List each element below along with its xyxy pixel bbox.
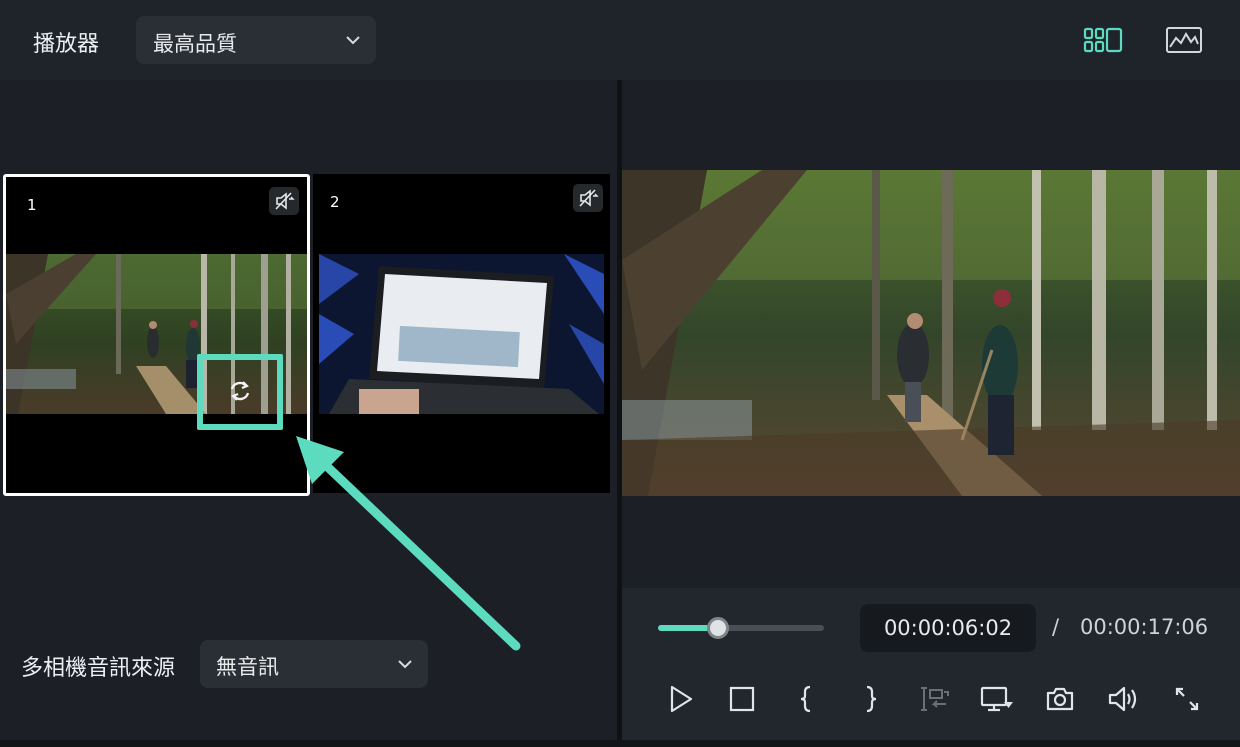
player-label: 播放器	[33, 32, 100, 57]
top-bar: 播放器 最高品質	[0, 0, 1240, 80]
insert-clip-icon	[921, 687, 949, 711]
swap-icon[interactable]	[227, 378, 253, 404]
stop-button[interactable]	[727, 684, 757, 714]
waveform-scope-icon[interactable]	[1164, 24, 1204, 56]
fullscreen-icon	[1175, 687, 1199, 711]
audio-source-value: 無音訊	[216, 655, 279, 679]
current-time[interactable]: 00:00:06:02	[860, 604, 1036, 652]
speaker-muted-icon[interactable]	[269, 187, 299, 215]
fullscreen-button[interactable]	[1172, 684, 1202, 714]
time-separator: /	[1052, 615, 1060, 639]
stop-icon	[729, 686, 755, 712]
play-button[interactable]	[665, 684, 695, 714]
volume-button[interactable]	[1107, 684, 1141, 714]
chevron-down-icon	[346, 36, 360, 45]
camera-2-frame	[319, 254, 604, 414]
display-settings-button[interactable]	[980, 684, 1014, 714]
audio-source-dropdown[interactable]: 無音訊	[200, 640, 428, 688]
total-time: 00:00:17:06	[1080, 615, 1209, 639]
camera-number: 2	[330, 193, 340, 211]
playback-controls: 00:00:06:02 / 00:00:17:06	[622, 588, 1240, 740]
quality-dropdown[interactable]: 最高品質	[136, 16, 376, 64]
camera-angle-1[interactable]: 1	[3, 174, 310, 496]
snapshot-button[interactable]	[1045, 684, 1075, 714]
audio-source-label: 多相機音訊來源	[21, 656, 176, 681]
annotation-arrow	[296, 436, 521, 651]
insert-clip-button[interactable]	[920, 684, 950, 714]
swap-highlight-box	[197, 354, 283, 430]
chevron-down-icon	[398, 660, 412, 669]
camera-number: 1	[27, 196, 37, 214]
multicam-editor: 播放器 最高品質 1 2 多相機音訊來源 無音訊 00:00:06:02 / 0…	[0, 0, 1240, 747]
camera-snapshot-icon	[1046, 687, 1074, 711]
display-settings-icon	[980, 686, 1013, 712]
bottom-edge	[0, 740, 1240, 747]
quality-value: 最高品質	[153, 32, 237, 56]
seek-bar[interactable]	[658, 617, 824, 639]
mark-out-icon	[866, 685, 877, 713]
mark-in-button[interactable]	[791, 684, 821, 714]
preview-video[interactable]	[622, 170, 1240, 496]
speaker-muted-icon[interactable]	[573, 184, 603, 212]
play-icon	[670, 685, 693, 713]
mark-out-button[interactable]	[856, 684, 886, 714]
multicam-grid-icon[interactable]	[1082, 24, 1126, 56]
mark-in-icon	[800, 685, 811, 713]
seek-handle[interactable]	[706, 617, 729, 639]
volume-icon	[1108, 686, 1137, 712]
